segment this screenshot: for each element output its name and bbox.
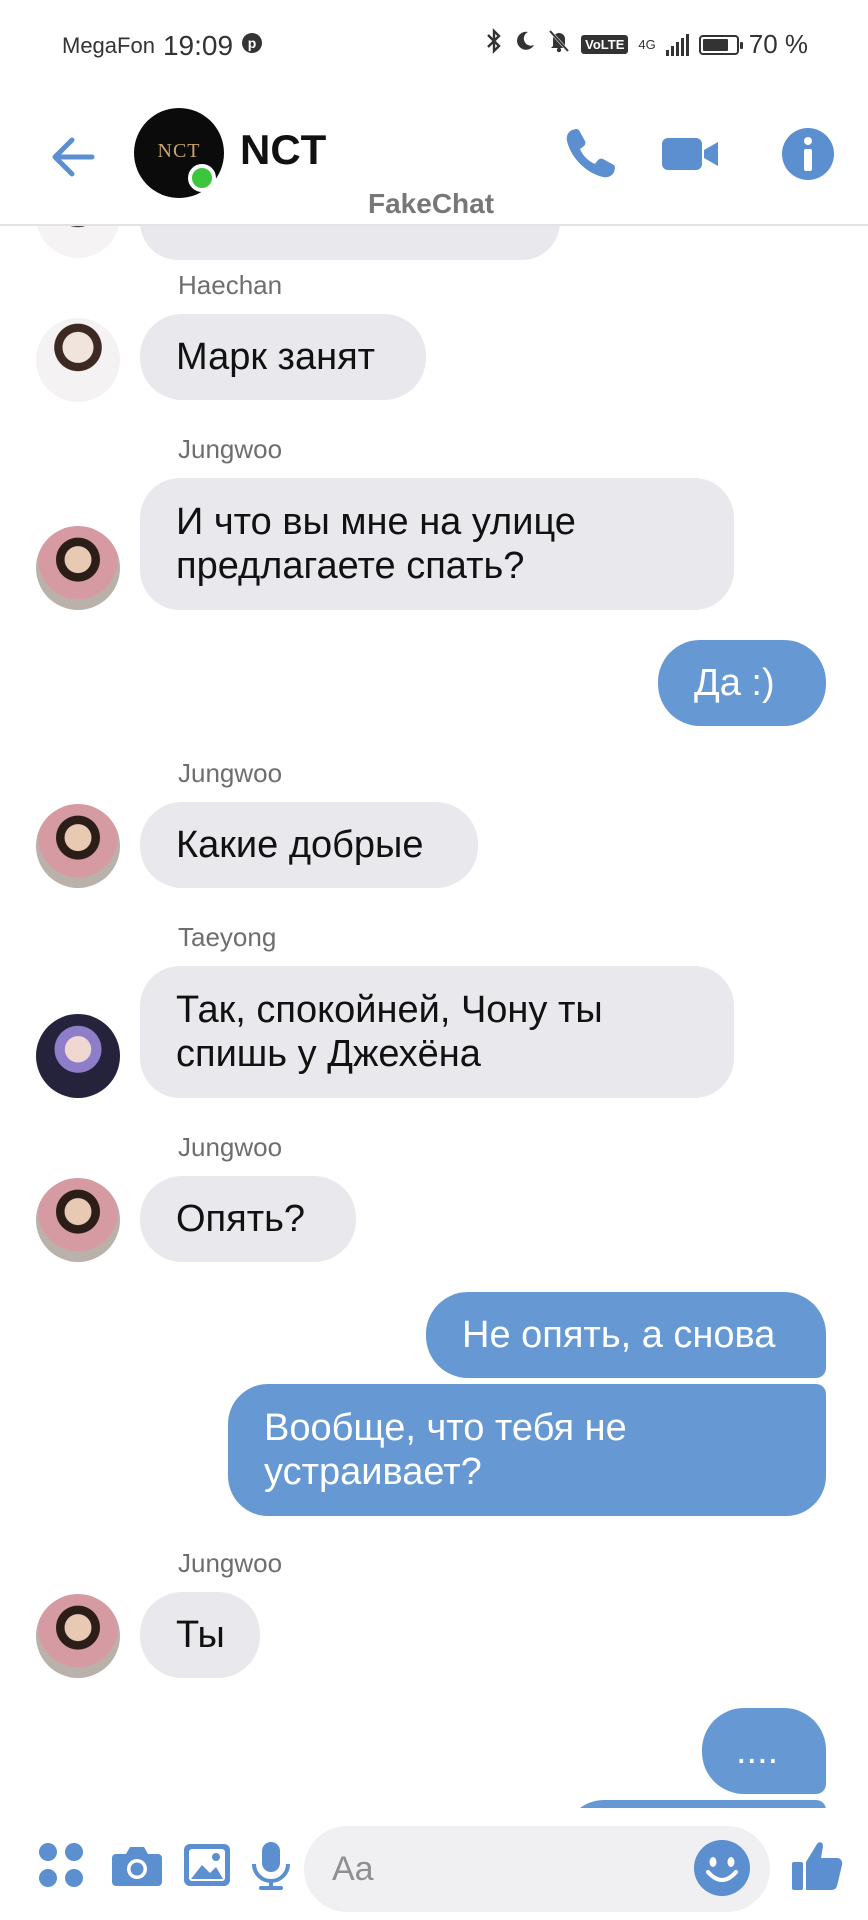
message-bubble[interactable]: Какие добрые: [140, 802, 478, 888]
status-right: VoLTE 4G 70 %: [485, 28, 808, 61]
status-left: MegaFon 19:09 p: [62, 30, 263, 62]
thumbs-up-like-icon[interactable]: [790, 1838, 844, 1892]
signal-icon: [665, 33, 689, 56]
message-input-placeholder: Aa: [332, 1850, 374, 1888]
volte-badge: VoLTE: [581, 35, 629, 54]
message-text: Опять?: [176, 1198, 306, 1240]
sender-name: Jungwoo: [178, 1132, 283, 1162]
message-bubble[interactable]: Ты: [140, 1592, 260, 1678]
message-text: Да :): [694, 662, 775, 704]
sender-name: Jungwoo: [178, 434, 283, 464]
message-text: Марк занят: [176, 336, 376, 378]
message-text: Ты: [176, 1614, 225, 1656]
clock: 19:09: [162, 30, 234, 61]
message-text: ....: [736, 1730, 779, 1772]
microphone-icon[interactable]: [244, 1838, 298, 1892]
message-text: Так, спокойней, Чону ты спишь у Джехёна: [176, 989, 603, 1075]
message-bubble-partial: [140, 224, 560, 260]
avatar-jungwoo[interactable]: [36, 1594, 120, 1678]
network-type: 4G: [638, 36, 656, 52]
camera-icon[interactable]: [110, 1838, 164, 1892]
composer-bar: Aa: [0, 1808, 868, 1920]
avatar-haechan[interactable]: [36, 318, 120, 402]
bluetooth-icon: [485, 28, 503, 61]
battery-percent: 70 %: [748, 29, 808, 59]
avatar-taeyong[interactable]: [36, 1014, 120, 1098]
chat-header: NCT NCT FakeChat: [0, 96, 868, 226]
message-bubble[interactable]: И что вы мне на улице предлагаете спать?: [140, 478, 734, 610]
message-bubble-outgoing[interactable]: Не опять, а снова: [426, 1292, 826, 1378]
phone-call-icon[interactable]: [558, 122, 622, 186]
message-text: Вообще, что тебя не устраивает?: [264, 1407, 627, 1493]
status-bar: MegaFon 19:09 p VoLTE 4G 70 %: [0, 0, 868, 96]
apps-grid-icon[interactable]: [34, 1838, 88, 1892]
sender-name: Haechan: [178, 270, 283, 300]
avatar-jungwoo[interactable]: [36, 804, 120, 888]
emoji-smiley-icon[interactable]: [692, 1838, 752, 1898]
do-not-disturb-moon-icon: [513, 29, 537, 60]
nct-logo: NCT: [157, 140, 201, 162]
muted-bell-icon: [547, 28, 571, 61]
avatar-partial: [36, 224, 120, 258]
message-text: Какие добрые: [176, 824, 424, 866]
message-bubble[interactable]: Марк занят: [140, 314, 426, 400]
message-text: И что вы мне на улице предлагаете спать?: [176, 501, 576, 587]
video-call-icon[interactable]: [658, 122, 722, 186]
message-bubble[interactable]: Так, спокойней, Чону ты спишь у Джехёна: [140, 966, 734, 1098]
sender-name: Taeyong: [178, 922, 277, 952]
group-avatar[interactable]: NCT: [134, 108, 224, 198]
avatar-jungwoo[interactable]: [36, 1178, 120, 1262]
info-icon[interactable]: [776, 122, 840, 186]
chat-title[interactable]: NCT: [240, 126, 326, 174]
sender-name: Jungwoo: [178, 1548, 283, 1578]
back-arrow-icon[interactable]: [44, 126, 106, 188]
online-indicator: [188, 164, 216, 192]
battery-icon: [698, 34, 743, 55]
message-bubble-outgoing[interactable]: Вообще, что тебя не устраивает?: [228, 1384, 826, 1516]
app-watermark: FakeChat: [368, 188, 495, 219]
message-bubble[interactable]: Опять?: [140, 1176, 356, 1262]
message-bubble-outgoing-partial: [564, 1800, 826, 1808]
message-text: Не опять, а снова: [462, 1314, 776, 1356]
svg-text:p: p: [248, 35, 257, 51]
message-bubble-outgoing[interactable]: Да :): [658, 640, 826, 726]
message-input[interactable]: Aa: [304, 1826, 770, 1912]
carrier-label: MegaFon: [62, 33, 155, 58]
message-list[interactable]: Haechan Марк занят Jungwoo И что вы мне …: [0, 224, 868, 1808]
gallery-image-icon[interactable]: [180, 1838, 234, 1892]
pinterest-icon: p: [241, 32, 263, 61]
message-bubble-outgoing[interactable]: ....: [702, 1708, 826, 1794]
sender-name: Jungwoo: [178, 758, 283, 788]
avatar-jungwoo[interactable]: [36, 526, 120, 610]
